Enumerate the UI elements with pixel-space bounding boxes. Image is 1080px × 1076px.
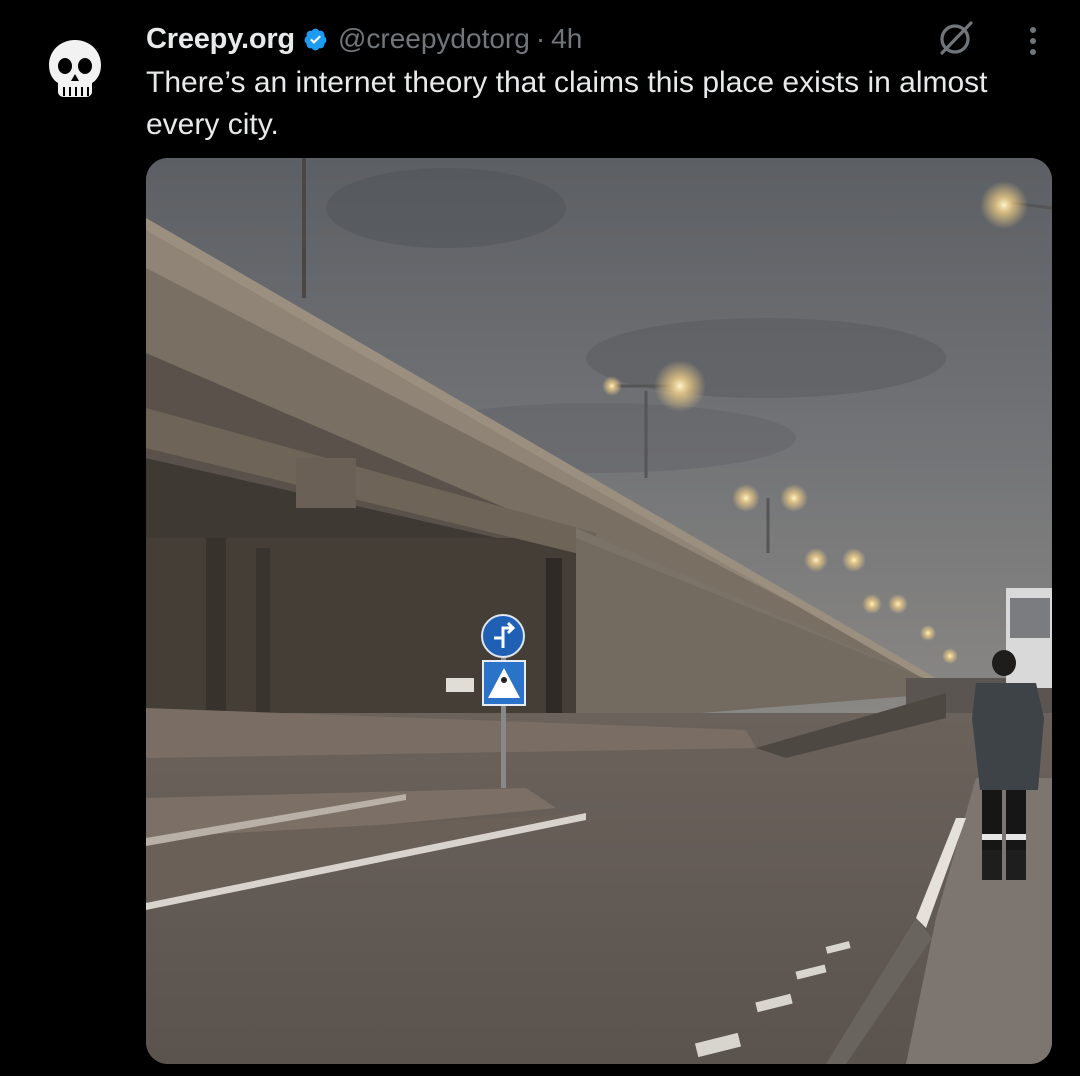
tweet[interactable]: Creepy.org @creepydotorg · 4h There’s an… xyxy=(0,0,1080,1076)
tweet-header: Creepy.org @creepydotorg · 4h xyxy=(146,20,582,58)
overpass-photo xyxy=(146,158,1052,1064)
tweet-text: There’s an internet theory that claims t… xyxy=(146,66,988,141)
more-vertical-icon[interactable] xyxy=(1018,22,1048,62)
timestamp[interactable]: 4h xyxy=(551,23,582,55)
tweet-media-image[interactable] xyxy=(146,158,1052,1064)
handle[interactable]: @creepydotorg xyxy=(338,23,530,55)
separator-dot: · xyxy=(535,23,546,54)
grok-icon[interactable] xyxy=(936,18,976,58)
display-name[interactable]: Creepy.org xyxy=(146,23,295,56)
verified-badge-icon xyxy=(304,28,327,50)
skull-avatar-icon[interactable] xyxy=(38,32,112,106)
